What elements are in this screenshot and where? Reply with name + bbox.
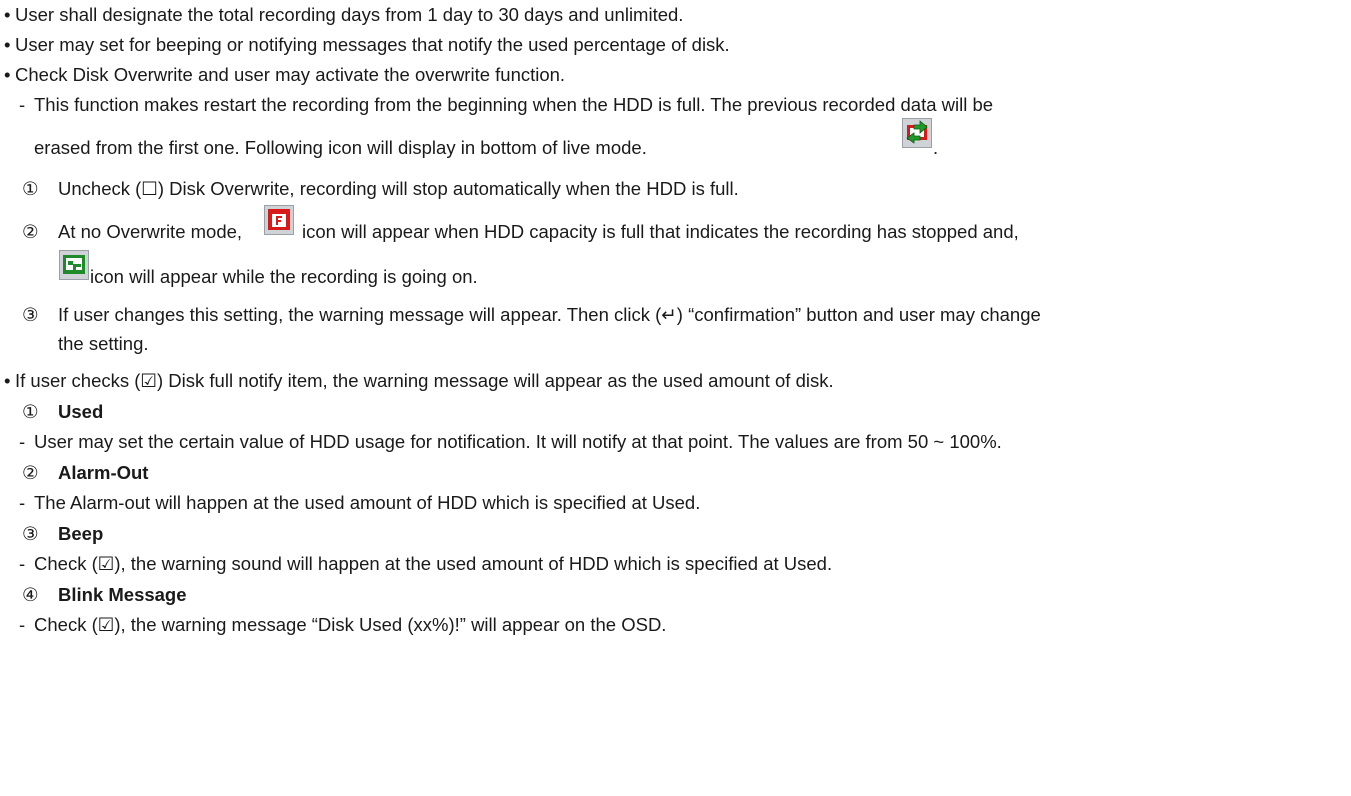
recording-icon bbox=[59, 250, 89, 280]
number-4: ④ bbox=[22, 584, 39, 605]
number-3: ③ bbox=[22, 304, 39, 325]
blink-message-heading: Blink Message bbox=[58, 584, 187, 605]
bullet: • bbox=[4, 4, 11, 25]
number-1: ① bbox=[22, 178, 39, 199]
overwrite-icon bbox=[902, 118, 932, 148]
alarm-out-heading: Alarm-Out bbox=[58, 462, 149, 483]
overwrite-description-cont: erased from the first one. Following ico… bbox=[34, 137, 647, 158]
beep-description: Check (☑), the warning sound will happen… bbox=[34, 553, 833, 574]
overwrite-description: This function makes restart the recordin… bbox=[34, 94, 994, 115]
beep-heading: Beep bbox=[58, 523, 104, 544]
dash: - bbox=[19, 492, 26, 513]
dash: - bbox=[19, 553, 26, 574]
change-setting-text-cont: the setting. bbox=[58, 333, 149, 354]
bullet: • bbox=[4, 34, 11, 55]
dash: - bbox=[19, 614, 26, 635]
disk-full-description: icon will appear when HDD capacity is fu… bbox=[302, 221, 1019, 242]
used-description: User may set the certain value of HDD us… bbox=[34, 431, 1002, 452]
disk-full-notify-text: If user checks (☑) Disk full notify item… bbox=[15, 370, 834, 391]
number-3: ③ bbox=[22, 523, 39, 544]
alarm-out-description: The Alarm-out will happen at the used am… bbox=[34, 492, 701, 513]
number-2: ② bbox=[22, 221, 39, 242]
uncheck-overwrite-text: Uncheck (☐) Disk Overwrite, recording wi… bbox=[58, 178, 739, 199]
beep-notify-text: User may set for beeping or notifying me… bbox=[15, 34, 730, 55]
disk-full-icon bbox=[264, 205, 294, 235]
change-setting-text: If user changes this setting, the warnin… bbox=[58, 304, 1041, 325]
bullet: • bbox=[4, 64, 11, 85]
disk-overwrite-text: Check Disk Overwrite and user may activa… bbox=[15, 64, 566, 85]
manual-page: { "bullet": "•", "dash": "-", "nums": ["… bbox=[0, 0, 1351, 796]
no-overwrite-text: At no Overwrite mode, bbox=[58, 221, 243, 242]
dash: - bbox=[19, 94, 26, 115]
period: . bbox=[933, 137, 939, 158]
bullet: • bbox=[4, 370, 11, 391]
recording-days-text: User shall designate the total recording… bbox=[15, 4, 684, 25]
recording-description: icon will appear while the recording is … bbox=[90, 266, 478, 287]
dash: - bbox=[19, 431, 26, 452]
number-1: ① bbox=[22, 401, 39, 422]
number-2: ② bbox=[22, 462, 39, 483]
blink-message-description: Check (☑), the warning message “Disk Use… bbox=[34, 614, 667, 635]
used-heading: Used bbox=[58, 401, 104, 422]
